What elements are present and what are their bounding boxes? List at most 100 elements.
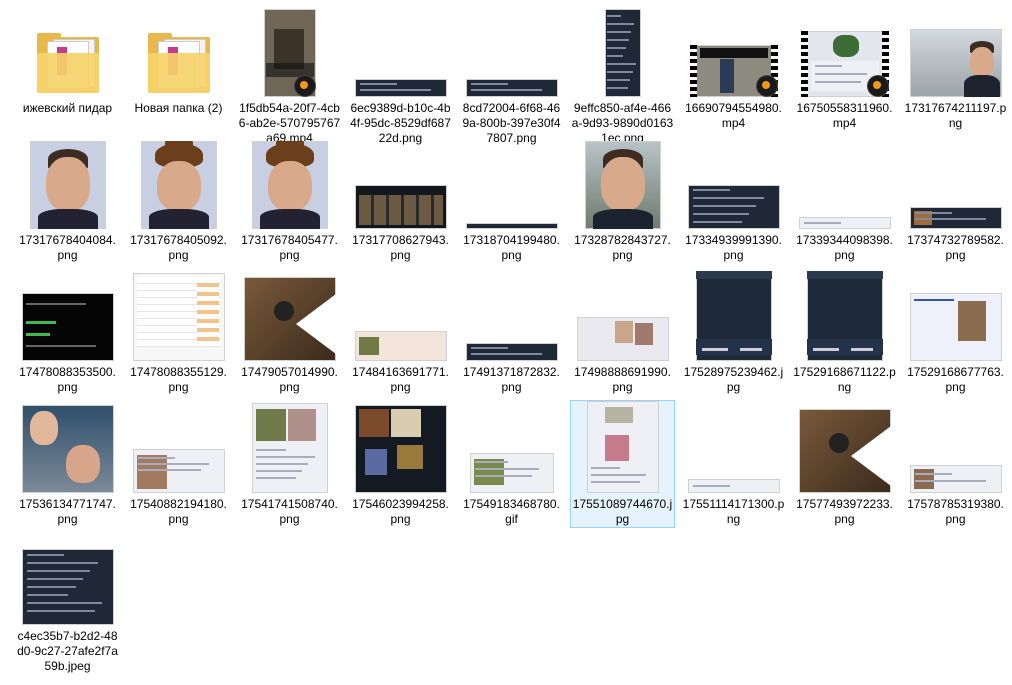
thumbnail-area	[462, 401, 562, 493]
file-item[interactable]: c4ec35b7-b2d2-48d0-9c27-27afe2f7a59b.jpe…	[15, 532, 120, 673]
thumbnail-area	[573, 137, 673, 229]
file-grid: ижевский пидар Новая папка (2) 1f5db54a-20…	[0, 0, 1012, 673]
file-item[interactable]: 8cd72004-6f68-469a-800b-397e30f47807.png	[459, 4, 564, 145]
folder-icon	[36, 33, 99, 93]
image-thumbnail	[251, 403, 328, 493]
file-name-label: c4ec35b7-b2d2-48d0-9c27-27afe2f7a59b.jpe…	[17, 629, 118, 673]
file-item[interactable]: 17528975239462.jpg	[681, 268, 786, 396]
media-player-icon	[866, 75, 889, 97]
image-thumbnail	[909, 465, 1002, 493]
file-name-label: 17529168677763.png	[907, 365, 1004, 394]
file-item[interactable]: 17551089744670.jpg	[570, 400, 675, 528]
image-thumbnail	[243, 277, 336, 361]
file-name-label: 17479057014990.png	[241, 365, 338, 394]
file-name-label: 17577493972233.png	[796, 497, 893, 526]
image-thumbnail	[354, 331, 447, 361]
file-name-label: 17317674211197.png	[904, 101, 1007, 130]
file-item[interactable]: 17317708627943.png	[348, 136, 453, 264]
file-item[interactable]: 17484163691771.png	[348, 268, 453, 396]
file-item[interactable]: 17328782843727.png	[570, 136, 675, 264]
thumbnail-area	[684, 401, 784, 493]
file-name-label: 17551114171300.png	[682, 497, 785, 526]
thumbnail-area	[573, 269, 673, 361]
file-item[interactable]: 16690794554980.mp4	[681, 4, 786, 132]
file-name-label: 16690794554980.mp4	[685, 101, 782, 130]
file-item[interactable]: 17478088355129.png	[126, 268, 231, 396]
file-item[interactable]: 6ec9389d-b10c-4b4f-95dc-8529df68722d.png	[348, 4, 453, 145]
file-item[interactable]: 17339344098398.png	[792, 136, 897, 264]
file-item[interactable]: 9effc850-af4e-466a-9d93-9890d01631ec.png	[570, 4, 675, 145]
file-name-label: 17541741508740.png	[241, 497, 338, 526]
image-thumbnail	[354, 405, 447, 493]
file-item[interactable]: 17549183468780.gif	[459, 400, 564, 528]
thumbnail-area	[906, 5, 1006, 97]
thumbnail-area	[795, 137, 895, 229]
file-name-label: ижевский пидар	[22, 101, 113, 115]
file-name-label: Новая папка (2)	[134, 101, 223, 115]
file-item[interactable]: 17529168671122.png	[792, 268, 897, 396]
file-name-label: 17529168671122.png	[793, 365, 896, 394]
folder-item[interactable]: ижевский пидар	[15, 4, 120, 132]
file-name-label: 17328782843727.png	[574, 233, 671, 262]
file-item[interactable]: 17334939991390.png	[681, 136, 786, 264]
folder-item[interactable]: Новая папка (2)	[126, 4, 231, 132]
file-item[interactable]: 17491371872832.png	[459, 268, 564, 396]
image-thumbnail	[909, 293, 1002, 361]
file-item[interactable]: 1f5db54a-20f7-4cb6-ab2e-570795767a69.mp4	[237, 4, 342, 145]
thumbnail-area	[573, 5, 673, 97]
file-item[interactable]: 17551114171300.png	[681, 400, 786, 528]
thumbnail-area	[684, 5, 784, 97]
image-thumbnail	[909, 29, 1002, 97]
thumbnail-area	[906, 401, 1006, 493]
file-name-label: 17339344098398.png	[796, 233, 893, 262]
image-thumbnail	[687, 185, 780, 229]
thumbnail-area	[351, 137, 451, 229]
file-item[interactable]: 17318704199480.png	[459, 136, 564, 264]
image-thumbnail	[469, 453, 554, 493]
image-thumbnail	[798, 409, 891, 493]
image-thumbnail	[695, 271, 772, 361]
file-name-label: 17540882194180.png	[130, 497, 227, 526]
file-name-label: 17536134771747.png	[19, 497, 116, 526]
thumbnail-area	[573, 401, 673, 493]
thumbnail-area	[18, 401, 118, 493]
file-item[interactable]: 17536134771747.png	[15, 400, 120, 528]
file-item[interactable]: 16750558311960.mp4	[792, 4, 897, 132]
video-thumbnail	[263, 9, 316, 97]
image-thumbnail	[584, 141, 661, 229]
file-item[interactable]: 17577493972233.png	[792, 400, 897, 528]
thumbnail-area	[240, 137, 340, 229]
thumbnail-area	[18, 5, 118, 97]
media-player-icon	[755, 75, 778, 97]
file-item[interactable]: 17541741508740.png	[237, 400, 342, 528]
thumbnail-area	[351, 269, 451, 361]
file-name-label: 17578785319380.png	[907, 497, 1004, 526]
file-item[interactable]: 17317678405092.png	[126, 136, 231, 264]
image-thumbnail	[21, 293, 114, 361]
file-item[interactable]: 17498888691990.png	[570, 268, 675, 396]
thumbnail-area	[129, 5, 229, 97]
file-item[interactable]: 17317674211197.png	[903, 4, 1008, 132]
thumbnail-area	[129, 269, 229, 361]
file-item[interactable]: 17317678405477.png	[237, 136, 342, 264]
file-item[interactable]: 17478088353500.png	[15, 268, 120, 396]
thumbnail-area	[906, 269, 1006, 361]
thumbnail-area	[351, 401, 451, 493]
file-name-label: 17317678405092.png	[130, 233, 227, 262]
file-item[interactable]: 17540882194180.png	[126, 400, 231, 528]
image-thumbnail	[21, 405, 114, 493]
file-name-label: 17549183468780.gif	[463, 497, 560, 526]
image-thumbnail	[140, 141, 217, 229]
file-item[interactable]: 17317678404084.png	[15, 136, 120, 264]
thumbnail-area	[906, 137, 1006, 229]
thumbnail-area	[240, 5, 340, 97]
file-name-label: 17478088355129.png	[130, 365, 227, 394]
file-item[interactable]: 17479057014990.png	[237, 268, 342, 396]
file-item[interactable]: 17529168677763.png	[903, 268, 1008, 396]
thumbnail-area	[795, 269, 895, 361]
file-item[interactable]: 17578785319380.png	[903, 400, 1008, 528]
file-name-label: 17498888691990.png	[574, 365, 671, 394]
image-thumbnail	[465, 79, 558, 97]
file-item[interactable]: 17546023994258.png	[348, 400, 453, 528]
file-item[interactable]: 17374732789582.png	[903, 136, 1008, 264]
